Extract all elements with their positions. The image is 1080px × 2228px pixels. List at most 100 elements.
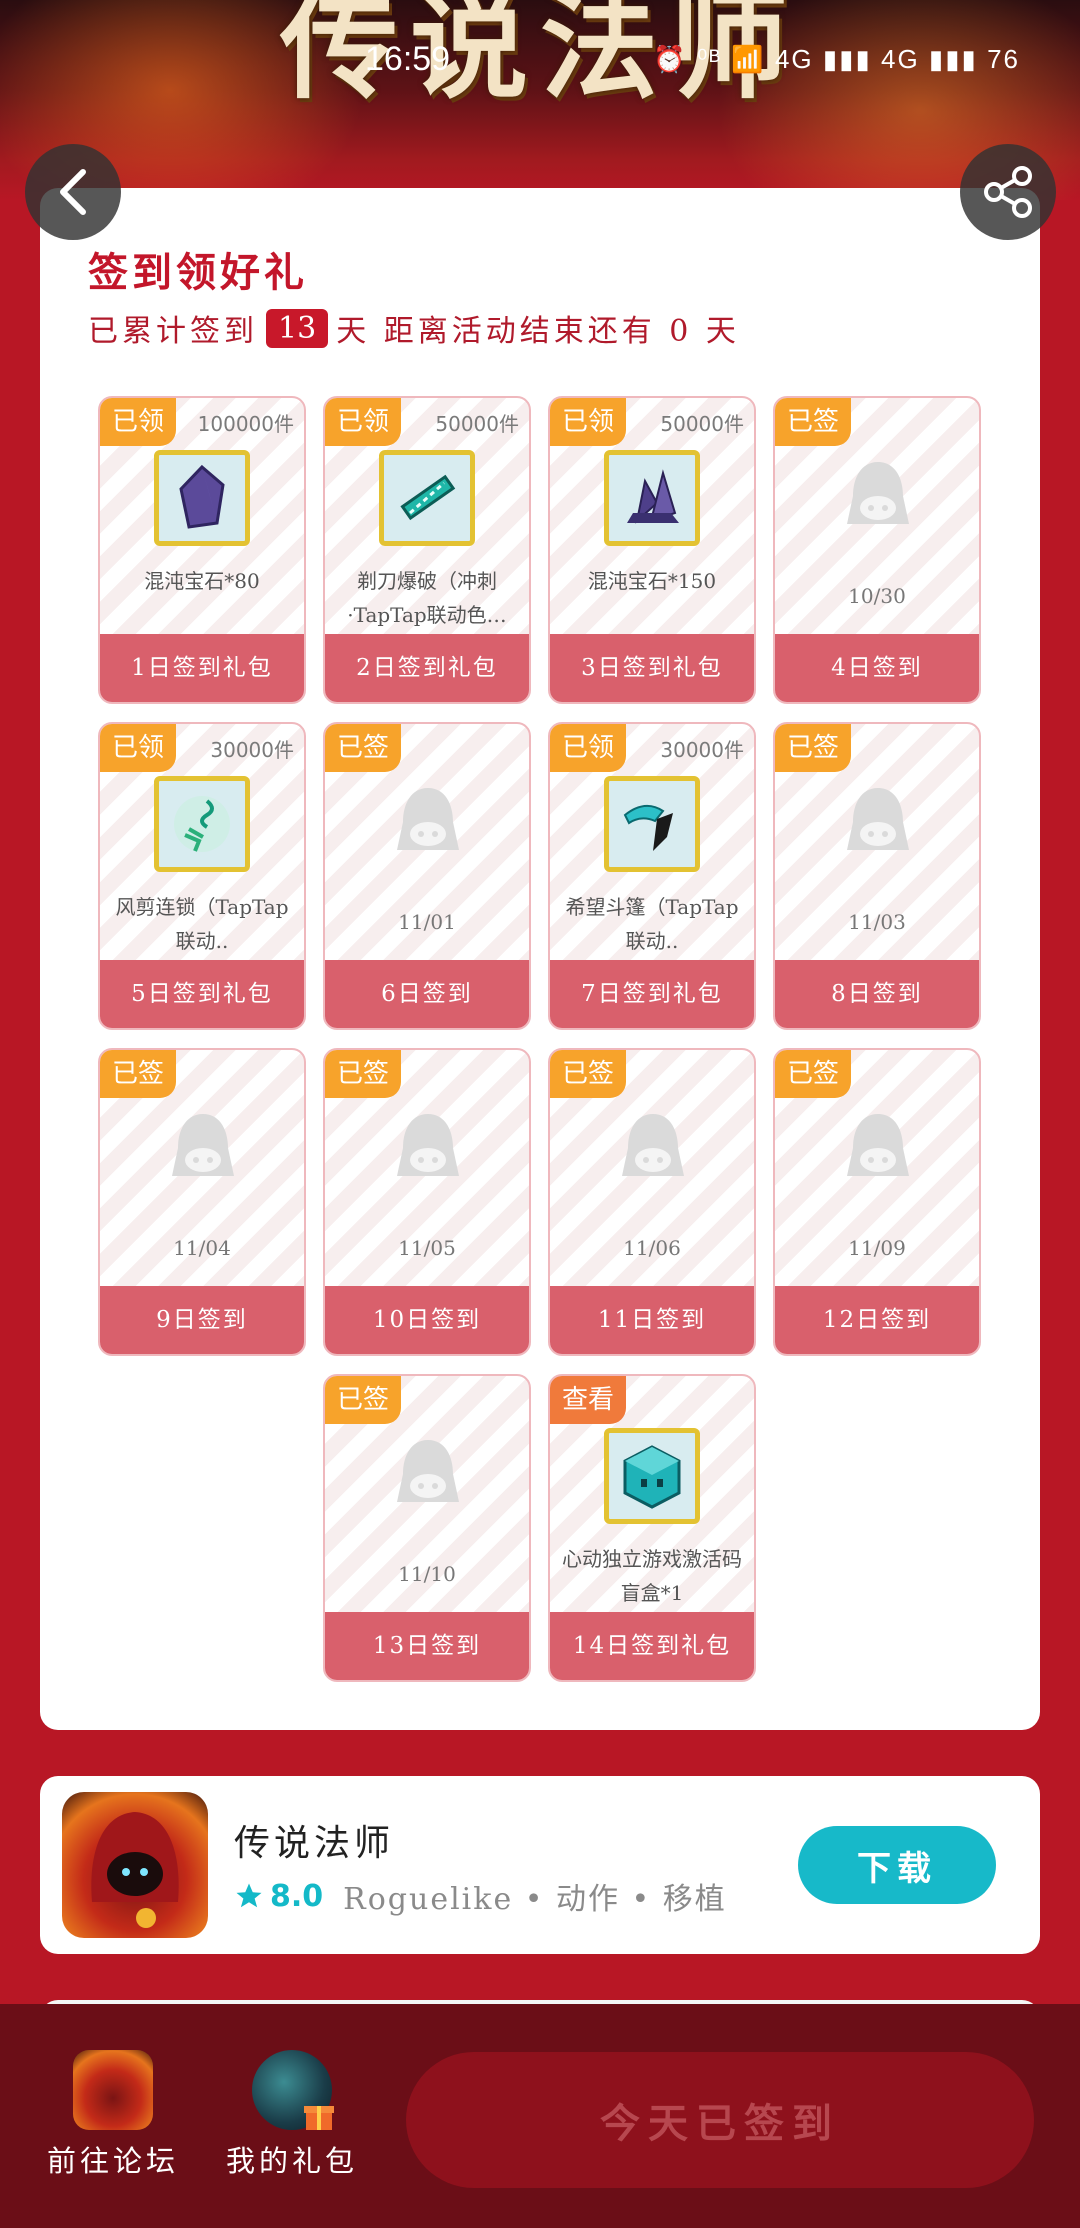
game-banner: 传说法师 16:59 ⏰ ⁰ᴮ 📶 4G ▮▮▮ 4G ▮▮▮ 76 <box>0 0 1080 200</box>
download-button[interactable]: 下载 <box>798 1826 996 1904</box>
wind-chain-icon <box>154 776 250 872</box>
claimed-tag: 已领 <box>325 398 402 446</box>
reward-tile-day-11[interactable]: 已签 11/06 11日签到 <box>548 1048 756 1356</box>
checkin-date: 11/01 <box>398 910 456 934</box>
tile-footer: 6日签到 <box>325 960 529 1028</box>
hope-cloak-icon <box>604 776 700 872</box>
tile-footer: 11日签到 <box>550 1286 754 1354</box>
mage-placeholder-icon <box>847 462 909 524</box>
bottom-bar: 前往论坛 我的礼包 今天已签到 <box>0 2004 1080 2228</box>
signed-tag: 已签 <box>775 724 852 772</box>
signed-tag: 已签 <box>325 724 402 772</box>
stock-count: 30000件 <box>210 738 294 762</box>
status-time: 16:59 <box>365 40 451 78</box>
tile-footer: 5日签到礼包 <box>100 960 304 1028</box>
claimed-tag: 已领 <box>550 724 627 772</box>
forum-nav-button[interactable]: 前往论坛 <box>33 2050 193 2180</box>
game-app-icon <box>62 1792 208 1938</box>
tile-footer: 4日签到 <box>775 634 979 702</box>
reward-tile-day-14[interactable]: 查看 心动独立游戏激活码盲盒*1 14日签到礼包 <box>548 1374 756 1682</box>
signed-tag: 已签 <box>325 1376 402 1424</box>
claimed-tag: 已领 <box>550 398 627 446</box>
checkin-date: 11/10 <box>398 1562 456 1586</box>
mage-placeholder-icon <box>172 1114 234 1176</box>
summary-prefix: 已累计签到 <box>88 314 258 349</box>
reward-name: 混沌宝石*80 <box>144 569 260 593</box>
signed-tag: 已签 <box>775 1050 852 1098</box>
tile-footer: 14日签到礼包 <box>550 1612 754 1680</box>
claimed-tag: 已领 <box>100 724 177 772</box>
signed-tag: 已签 <box>325 1050 402 1098</box>
checkin-date: 11/05 <box>398 1236 456 1260</box>
tile-footer: 8日签到 <box>775 960 979 1028</box>
checkin-date: 10/30 <box>848 584 906 608</box>
tile-footer: 1日签到礼包 <box>100 634 304 702</box>
rating-value: 8.0 <box>270 1878 324 1914</box>
chevron-left-icon <box>60 169 86 215</box>
share-icon <box>984 166 1032 218</box>
game-info-card[interactable]: 传说法师 8.0 Roguelike • 动作 • 移植 下载 <box>40 1776 1040 1954</box>
checkin-title: 签到领好礼 <box>88 249 308 296</box>
crystal-cluster-icon <box>604 450 700 546</box>
reward-name: 心动独立游戏激活码盲盒*1 <box>562 1547 742 1605</box>
star-icon <box>236 1883 262 1908</box>
mage-placeholder-icon <box>397 1440 459 1502</box>
reward-tile-day-6[interactable]: 已签 11/01 6日签到 <box>323 722 531 1030</box>
reward-tile-day-10[interactable]: 已签 11/05 10日签到 <box>323 1048 531 1356</box>
reward-tile-day-8[interactable]: 已签 11/03 8日签到 <box>773 722 981 1030</box>
signed-tag: 已签 <box>775 398 852 446</box>
reward-tile-day-2[interactable]: 已领 50000件 剃刀爆破（冲刺·TapTap联动色… 2日签到礼包 <box>323 396 531 704</box>
reward-tile-day-3[interactable]: 已领 50000件 混沌宝石*150 3日签到礼包 <box>548 396 756 704</box>
forum-icon <box>73 2050 153 2130</box>
tile-footer: 13日签到 <box>325 1612 529 1680</box>
checkin-summary: 已累计签到 13 天 距离活动结束还有 0 天 <box>88 306 740 350</box>
gift-icon <box>252 2050 334 2130</box>
reward-tile-day-12[interactable]: 已签 11/09 12日签到 <box>773 1048 981 1356</box>
checkin-days-badge: 13 <box>266 308 329 348</box>
mage-placeholder-icon <box>622 1114 684 1176</box>
stock-count: 30000件 <box>660 738 744 762</box>
tile-footer: 9日签到 <box>100 1286 304 1354</box>
blade-burst-icon <box>379 450 475 546</box>
reward-name: 剃刀爆破（冲刺·TapTap联动色… <box>347 569 507 627</box>
view-tag[interactable]: 查看 <box>550 1376 627 1424</box>
blind-box-icon <box>604 1428 700 1524</box>
checkin-card: 签到领好礼 已累计签到 13 天 距离活动结束还有 0 天 已领 100000件… <box>40 188 1040 1730</box>
stock-count: 100000件 <box>197 412 294 436</box>
status-icons: ⏰ ⁰ᴮ 📶 4G ▮▮▮ 4G ▮▮▮ 76 <box>653 44 1020 74</box>
checkin-date: 11/06 <box>623 1236 681 1260</box>
purple-crystal-icon <box>154 450 250 546</box>
game-tags: Roguelike • 动作 • 移植 <box>343 1882 727 1917</box>
tile-footer: 3日签到礼包 <box>550 634 754 702</box>
reward-tile-day-7[interactable]: 已领 30000件 希望斗篷（TapTap联动.. 7日签到礼包 <box>548 722 756 1030</box>
mage-placeholder-icon <box>847 788 909 850</box>
my-gifts-nav-button[interactable]: 我的礼包 <box>212 2050 372 2180</box>
reward-tile-day-13[interactable]: 已签 11/10 13日签到 <box>323 1374 531 1682</box>
reward-tile-day-1[interactable]: 已领 100000件 混沌宝石*80 1日签到礼包 <box>98 396 306 704</box>
stock-count: 50000件 <box>435 412 519 436</box>
stock-count: 50000件 <box>660 412 744 436</box>
mage-placeholder-icon <box>847 1114 909 1176</box>
mage-placeholder-icon <box>397 788 459 850</box>
reward-name: 希望斗篷（TapTap联动.. <box>565 895 739 953</box>
reward-tile-day-4[interactable]: 已签 10/30 4日签到 <box>773 396 981 704</box>
rating-row: 8.0 Roguelike • 动作 • 移植 <box>234 1874 727 1918</box>
checkin-date: 11/09 <box>848 1236 906 1260</box>
back-button[interactable] <box>25 144 121 240</box>
tile-footer: 12日签到 <box>775 1286 979 1354</box>
tile-footer: 7日签到礼包 <box>550 960 754 1028</box>
reward-tile-day-9[interactable]: 已签 11/04 9日签到 <box>98 1048 306 1356</box>
claimed-tag: 已领 <box>100 398 177 446</box>
forum-label: 前往论坛 <box>46 2144 179 2178</box>
my-gifts-label: 我的礼包 <box>225 2144 358 2178</box>
reward-tile-day-5[interactable]: 已领 30000件 风剪连锁（TapTap联动.. 5日签到礼包 <box>98 722 306 1030</box>
reward-grid: 已领 100000件 混沌宝石*80 1日签到礼包 已领 50000件 剃刀爆破… <box>98 396 983 1696</box>
share-button[interactable] <box>960 144 1056 240</box>
checkin-button[interactable]: 今天已签到 <box>406 2052 1034 2188</box>
reward-name: 风剪连锁（TapTap联动.. <box>115 895 289 953</box>
tile-footer: 2日签到礼包 <box>325 634 529 702</box>
checkin-date: 11/03 <box>848 910 906 934</box>
mage-placeholder-icon <box>397 1114 459 1176</box>
game-name: 传说法师 <box>234 1823 395 1864</box>
tile-footer: 10日签到 <box>325 1286 529 1354</box>
